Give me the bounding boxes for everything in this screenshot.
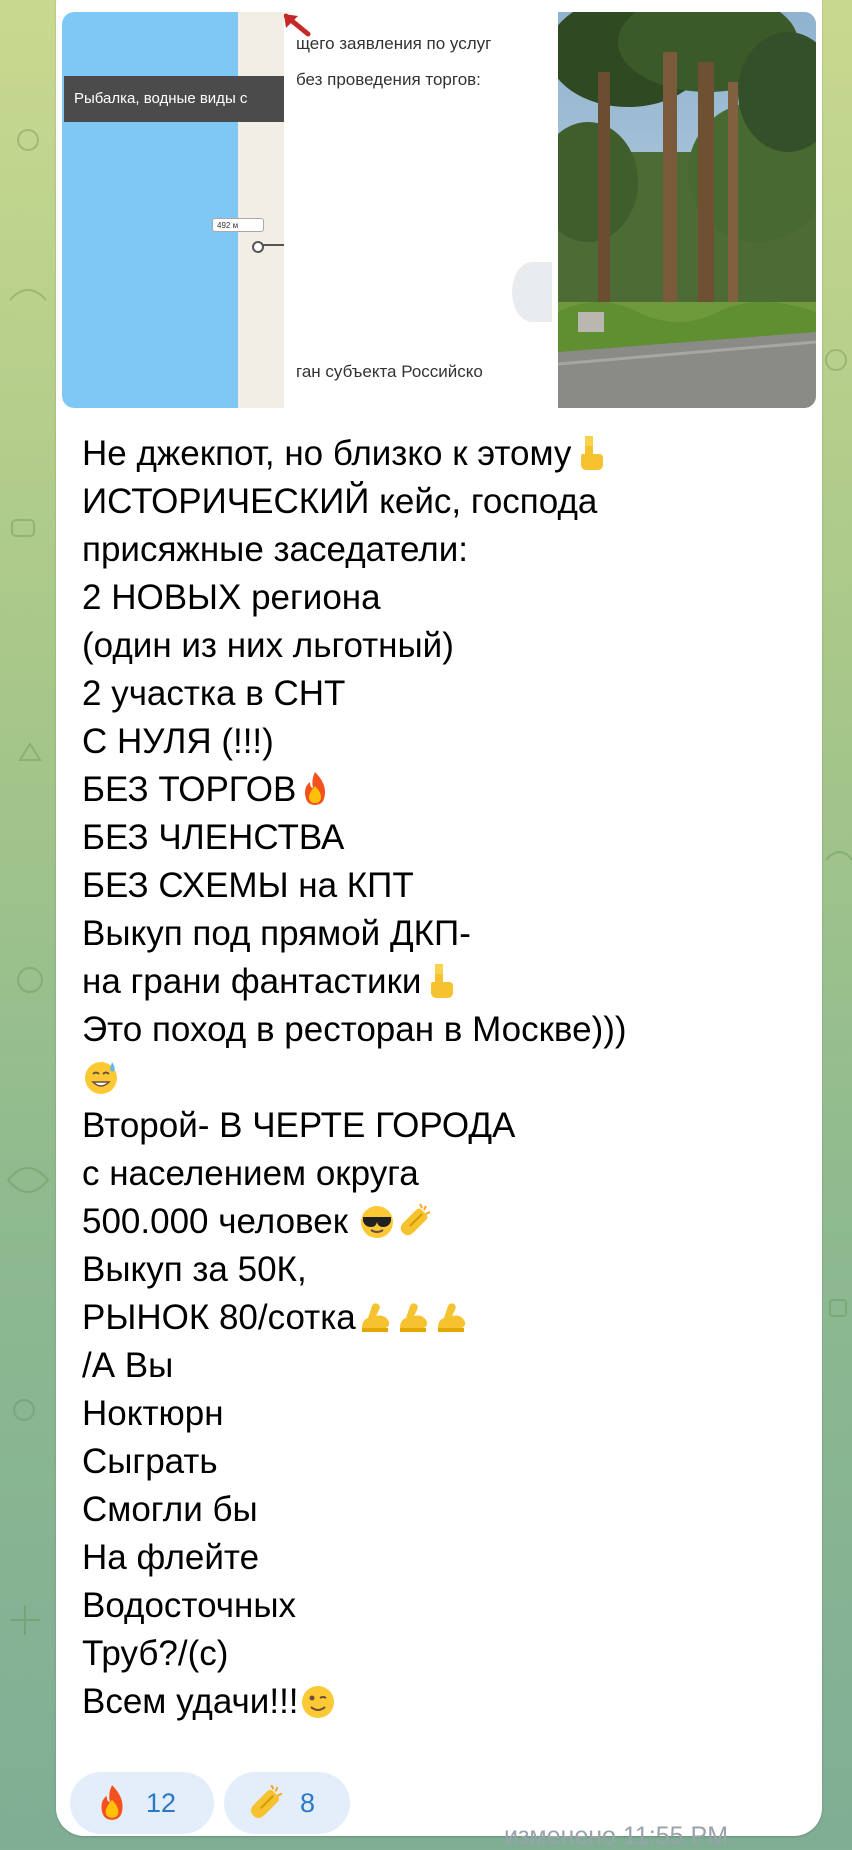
reaction-fire[interactable]: 12 [70,1772,214,1834]
message-line: Всем удачи!!! [82,1678,812,1726]
message-line: Выкуп под прямой ДКП- [82,914,471,953]
map-thumbnail: Рыбалка, водные виды с 492 м [62,12,284,408]
message-line: Сыграть [82,1442,218,1481]
reaction-count: 8 [300,1787,316,1818]
document-decoration [512,262,552,322]
reaction-clap[interactable]: 8 [224,1772,350,1834]
muscle-emoji-icon [399,1303,427,1332]
message-line: РЫНОК 80/сотка [82,1294,812,1342]
message-edited-timestamp: изменено 11:55 PM [504,1822,729,1850]
clapping-hands-emoji-icon [400,1203,431,1236]
message-line-text: БЕЗ ТОРГОВ [82,770,297,809]
message-line: Выкуп за 50К, [82,1250,307,1289]
message-line: 2 участка в СНТ [82,674,346,713]
sweat-smile-emoji-icon [85,1061,117,1094]
message-line: На флейте [82,1538,260,1577]
message-line: Второй- В ЧЕРТЕ ГОРОДА [82,1106,516,1145]
map-distance-point [252,241,264,253]
fire-emoji-icon [305,771,326,805]
message-line: 2 НОВЫХ региона [82,578,381,617]
forest-photo[interactable] [558,12,816,408]
reaction-count: 12 [146,1787,177,1818]
sunglasses-emoji-icon [360,1205,393,1238]
message-line: /А Вы [82,1346,174,1385]
muscle-emoji-icon [361,1303,389,1332]
map-place-label: Рыбалка, водные виды с [64,76,284,122]
message-line [82,1054,812,1102]
point-down-emoji-icon [431,963,454,998]
map-distance-chip: 492 м [212,218,264,232]
message-line: 500.000 человек [82,1198,812,1246]
forest-photo-graphic [558,12,816,408]
message-line-text: 500.000 человек [82,1202,358,1241]
document-line: без проведения торгов: [296,70,481,89]
muscle-emoji-icon [437,1303,465,1332]
message-line-text: на грани фантастики [82,962,422,1001]
screenshot-image[interactable]: Рыбалка, водные виды с 492 м щего заявле… [62,12,552,408]
message-line: БЕЗ СХЕМЫ на КПТ [82,866,414,905]
message-line: присяжные заседатели: [82,530,468,569]
message-line: Смогли бы [82,1490,258,1529]
wink-emoji-icon [301,1685,334,1718]
message-line: БЕЗ ЧЛЕНСТВА [82,818,345,857]
message-line: Ноктюрн [82,1394,224,1433]
fire-icon [101,1785,123,1820]
media-album: Рыбалка, водные виды с 492 м щего заявле… [62,12,816,408]
message-line: Это поход в ресторан в Москве))) [82,1010,627,1049]
point-down-emoji-icon [581,435,604,470]
message-line: С НУЛЯ (!!!) [82,722,274,761]
message-line-text: РЫНОК 80/сотка [82,1298,356,1337]
map-shoreline [238,12,284,408]
message-line: БЕЗ ТОРГОВ [82,766,812,814]
message-line-text: Всем удачи!!! [82,1682,299,1721]
message-line: Водосточных [82,1586,296,1625]
message-line: (один из них льготный) [82,626,454,665]
message-line: с населением округа [82,1154,419,1193]
document-line: ган субъекта Российско [296,362,483,381]
message-line: Труб?/(с) [82,1634,229,1673]
document-fragment: щего заявления по услуг без проведения т… [284,12,552,408]
message-line: ИСТОРИЧЕСКИЙ кейс, господа [82,482,598,521]
clapping-hands-icon [250,1784,283,1819]
message-line: на грани фантастики [82,958,812,1006]
message-text: Не джекпот, но близко к этому ИСТОРИЧЕСК… [82,430,812,1726]
document-line: щего заявления по услуг [296,34,492,53]
message-line-text: Не джекпот, но близко к этому [82,434,572,473]
message-line: Не джекпот, но близко к этому [82,430,812,478]
